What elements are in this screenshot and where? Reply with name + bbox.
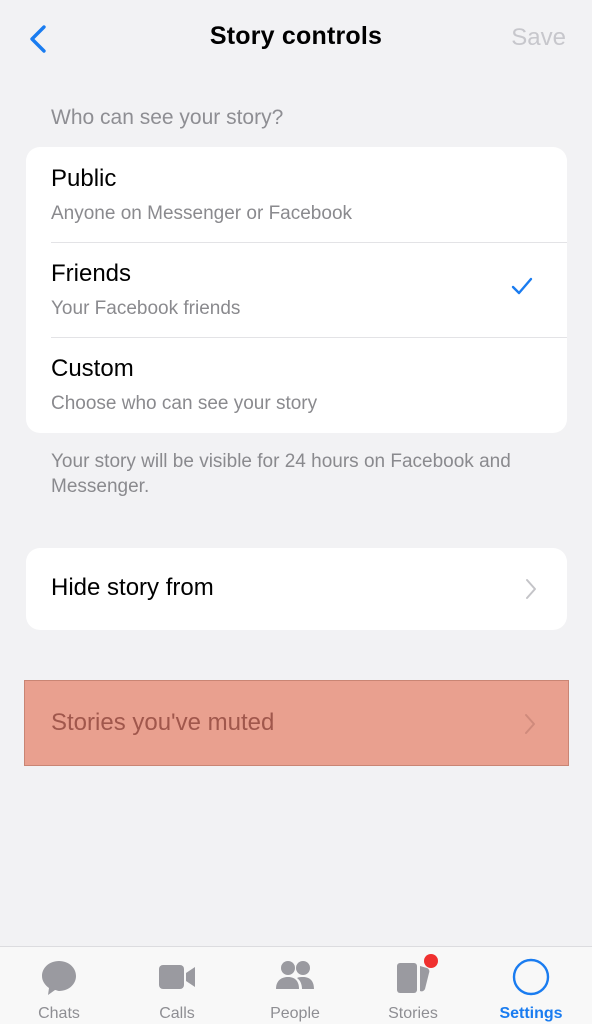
chevron-right-icon xyxy=(525,714,535,734)
option-public[interactable]: Public Anyone on Messenger or Facebook xyxy=(26,147,567,242)
stories-muted-row[interactable]: Stories you've muted xyxy=(24,680,569,766)
chat-bubble-icon xyxy=(42,961,76,995)
option-title: Public xyxy=(51,165,117,192)
tab-chats[interactable]: Chats xyxy=(0,947,118,1024)
navigation-bar: Story controls Save xyxy=(0,0,592,78)
option-title: Custom xyxy=(51,355,134,382)
stories-muted-label: Stories you've muted xyxy=(51,709,275,736)
audience-options-card: Public Anyone on Messenger or Facebook F… xyxy=(26,147,567,433)
page-title: Story controls xyxy=(209,22,383,50)
option-title: Friends xyxy=(51,260,132,287)
video-camera-icon xyxy=(159,965,195,989)
people-icon xyxy=(276,961,314,989)
option-friends[interactable]: Friends Your Facebook friends xyxy=(26,242,567,337)
audience-section-header: Who can see your story? xyxy=(51,106,284,129)
notification-badge xyxy=(424,954,438,968)
tab-label: Chats xyxy=(38,1005,80,1022)
save-button[interactable]: Save xyxy=(511,24,566,52)
tab-bar: Chats Calls People Stories Settings xyxy=(0,946,592,1024)
hide-story-from-label: Hide story from xyxy=(51,574,214,601)
tab-stories[interactable]: Stories xyxy=(354,947,472,1024)
option-subtitle: Your Facebook friends xyxy=(51,298,241,319)
chevron-right-icon xyxy=(526,579,536,599)
option-subtitle: Choose who can see your story xyxy=(51,393,318,414)
settings-circle-icon xyxy=(512,958,550,996)
tab-label: Calls xyxy=(159,1005,195,1022)
visibility-footnote: Your story will be visible for 24 hours … xyxy=(51,451,511,497)
checkmark-icon xyxy=(511,277,533,295)
hide-story-from-row[interactable]: Hide story from xyxy=(26,548,567,630)
option-custom[interactable]: Custom Choose who can see your story xyxy=(26,337,567,432)
tab-label: Settings xyxy=(499,1005,563,1022)
tab-people[interactable]: People xyxy=(236,947,354,1024)
tab-calls[interactable]: Calls xyxy=(118,947,236,1024)
tab-settings[interactable]: Settings xyxy=(472,947,590,1024)
tab-label: People xyxy=(270,1005,320,1022)
option-subtitle: Anyone on Messenger or Facebook xyxy=(51,203,353,224)
tab-label: Stories xyxy=(388,1005,438,1022)
